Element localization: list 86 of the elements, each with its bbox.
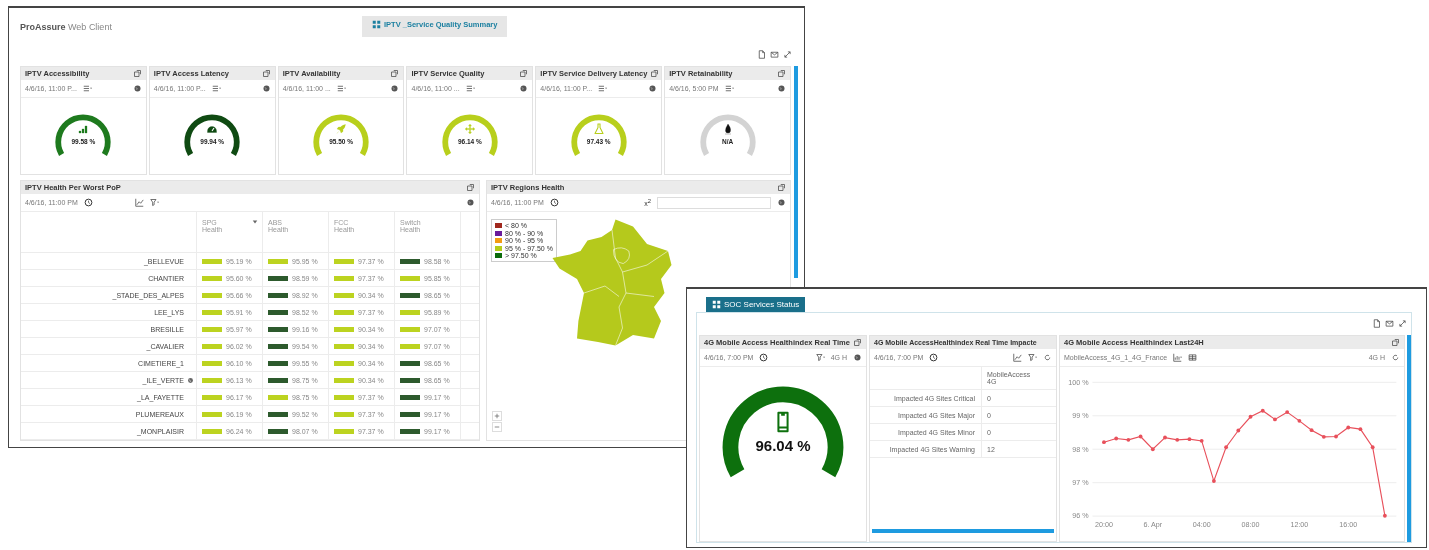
expand-icon[interactable] <box>1398 319 1407 328</box>
data-point <box>1187 437 1192 442</box>
data-point <box>1175 437 1180 442</box>
data-point <box>1211 479 1216 483</box>
move-arrows-icon <box>463 123 476 135</box>
menu-dropdown-icon[interactable] <box>336 84 346 93</box>
signal-bars-icon <box>77 123 90 135</box>
filter-icon[interactable] <box>815 353 825 362</box>
globe-icon[interactable] <box>466 198 475 207</box>
plus-icon <box>494 413 500 419</box>
globe-icon[interactable] <box>390 84 400 93</box>
data-point <box>1224 445 1228 450</box>
popout-icon[interactable] <box>132 69 142 78</box>
data-point <box>1138 434 1143 439</box>
globe-icon[interactable] <box>261 84 271 93</box>
filter-icon[interactable] <box>149 198 159 207</box>
data-point <box>1260 408 1265 413</box>
popout-icon[interactable] <box>390 69 400 78</box>
data-point <box>1199 438 1204 443</box>
globe-icon[interactable] <box>519 84 529 93</box>
data-point <box>1150 447 1155 452</box>
minus-icon <box>494 424 500 430</box>
menu-dropdown-icon[interactable] <box>82 84 92 93</box>
data-point <box>1114 436 1119 441</box>
data-point <box>1370 445 1375 450</box>
globe-icon[interactable] <box>648 84 658 93</box>
table-icon[interactable] <box>1188 353 1198 362</box>
data-point <box>1126 437 1131 442</box>
popout-icon[interactable] <box>777 183 786 192</box>
data-point <box>1346 425 1351 430</box>
speedometer-icon <box>206 123 219 135</box>
clock-icon[interactable] <box>83 198 93 207</box>
menu-dropdown-icon[interactable] <box>211 84 221 93</box>
scrollbar[interactable] <box>872 529 1054 533</box>
popout-icon[interactable] <box>466 183 475 192</box>
globe-icon[interactable] <box>132 84 142 93</box>
clock-icon[interactable] <box>759 353 769 362</box>
data-point <box>1236 428 1241 433</box>
refresh-icon[interactable] <box>1391 353 1400 362</box>
menu-dropdown-icon[interactable] <box>465 84 475 93</box>
popout-icon[interactable] <box>776 69 786 78</box>
document-icon[interactable] <box>757 50 766 59</box>
popout-icon[interactable] <box>650 69 660 78</box>
mail-icon[interactable] <box>770 50 779 59</box>
clock-icon[interactable] <box>929 353 939 362</box>
flask-icon <box>592 123 605 135</box>
menu-dropdown-icon[interactable] <box>724 84 734 93</box>
refresh-icon[interactable] <box>1043 353 1052 362</box>
app-title: ProAssure Web Client <box>20 22 113 32</box>
globe-icon[interactable] <box>777 198 786 207</box>
line-chart-icon[interactable] <box>1013 353 1022 362</box>
data-point <box>1309 428 1314 433</box>
dashboard-tab[interactable]: SOC Services Status <box>706 297 806 312</box>
gauge-value: 96.04 % <box>755 437 811 454</box>
popout-icon[interactable] <box>853 338 862 347</box>
line-chart-icon[interactable] <box>134 198 144 207</box>
data-point <box>1273 417 1277 422</box>
expand-icon[interactable] <box>783 50 792 59</box>
data-point <box>1358 427 1363 432</box>
data-point <box>1334 434 1338 439</box>
scrollbar[interactable] <box>794 66 798 278</box>
input-field[interactable] <box>657 196 771 209</box>
globe-icon[interactable] <box>853 353 862 362</box>
clock-icon[interactable] <box>549 198 559 207</box>
bar-chart-icon[interactable] <box>1173 353 1183 362</box>
filter-icon[interactable] <box>1028 353 1037 362</box>
sort-icon[interactable] <box>252 219 258 225</box>
document-icon[interactable] <box>1372 319 1381 328</box>
grid-icon[interactable] <box>372 20 381 29</box>
globe-icon[interactable] <box>776 84 786 93</box>
data-point <box>1297 418 1302 423</box>
popout-icon[interactable] <box>261 69 271 78</box>
data-point <box>1321 434 1326 439</box>
mail-icon[interactable] <box>1385 319 1394 328</box>
zoom-in-button[interactable] <box>492 411 502 421</box>
popout-icon[interactable] <box>1391 338 1400 347</box>
grid-icon[interactable] <box>712 300 721 309</box>
gauge-arc <box>699 114 756 156</box>
data-point <box>1383 513 1387 518</box>
rocket-icon <box>335 123 348 135</box>
data-point <box>1163 435 1167 440</box>
scrollbar[interactable] <box>1407 335 1411 542</box>
popout-icon[interactable] <box>519 69 529 78</box>
data-point <box>1285 410 1290 414</box>
data-point <box>1102 440 1106 445</box>
data-point <box>1248 414 1253 419</box>
